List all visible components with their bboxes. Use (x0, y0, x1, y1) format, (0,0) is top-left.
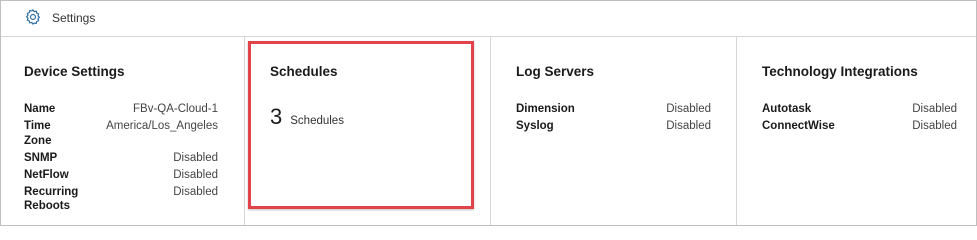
setting-row-connectwise: ConnectWise Disabled (762, 119, 957, 134)
technology-integrations-title: Technology Integrations (762, 64, 918, 79)
setting-value: Disabled (173, 185, 218, 198)
setting-value: Disabled (912, 103, 957, 115)
setting-value: America/Los_Angeles (106, 120, 218, 132)
setting-value: Disabled (666, 120, 711, 132)
schedules-count-number: 3 (270, 104, 283, 129)
setting-row-dimension: Dimension Disabled (516, 102, 711, 117)
page-title: Settings (52, 11, 96, 25)
setting-row-syslog: Syslog Disabled (516, 119, 711, 134)
setting-key: Recurring Reboots (24, 185, 79, 213)
setting-row-name: Name FBv-QA-Cloud-1 (24, 102, 218, 117)
setting-key: SNMP (24, 151, 58, 164)
setting-row-recurring-reboots: Recurring Reboots Disabled (24, 185, 218, 214)
setting-value: FBv-QA-Cloud-1 (133, 103, 218, 115)
setting-key: Time Zone (24, 120, 52, 147)
gear-icon (24, 8, 42, 26)
setting-value: Disabled (173, 168, 218, 181)
setting-row-snmp: SNMP Disabled (24, 151, 218, 166)
schedules-card[interactable]: Schedules 3 Schedules (245, 37, 491, 225)
settings-panel: Settings Device Settings Name FBv-QA-Clo… (0, 0, 977, 226)
setting-value: Disabled (173, 151, 218, 164)
setting-row-autotask: Autotask Disabled (762, 102, 957, 117)
schedules-title: Schedules (270, 64, 338, 79)
technology-integrations-list: Autotask Disabled ConnectWise Disabled (762, 102, 957, 136)
setting-value: Disabled (666, 103, 711, 115)
schedules-count: 3 Schedules (270, 104, 344, 130)
device-settings-title: Device Settings (24, 64, 125, 79)
device-settings-list: Name FBv-QA-Cloud-1 Time Zone America/Lo… (24, 102, 218, 216)
setting-row-time-zone: Time Zone America/Los_Angeles (24, 119, 218, 148)
setting-key: Dimension (516, 103, 575, 115)
log-servers-card[interactable]: Log Servers Dimension Disabled Syslog Di… (491, 37, 737, 225)
log-servers-list: Dimension Disabled Syslog Disabled (516, 102, 711, 136)
device-settings-card[interactable]: Device Settings Name FBv-QA-Cloud-1 Time… (1, 37, 245, 225)
settings-cards: Device Settings Name FBv-QA-Cloud-1 Time… (1, 37, 976, 225)
setting-key: ConnectWise (762, 120, 835, 132)
schedules-count-label: Schedules (290, 115, 344, 127)
technology-integrations-card[interactable]: Technology Integrations Autotask Disable… (737, 37, 976, 225)
setting-row-netflow: NetFlow Disabled (24, 168, 218, 183)
log-servers-title: Log Servers (516, 64, 595, 79)
panel-header: Settings (1, 1, 976, 37)
setting-value: Disabled (912, 120, 957, 132)
setting-key: NetFlow (24, 168, 69, 181)
setting-key: Autotask (762, 103, 812, 115)
setting-key: Name (24, 103, 56, 115)
setting-key: Syslog (516, 120, 554, 132)
